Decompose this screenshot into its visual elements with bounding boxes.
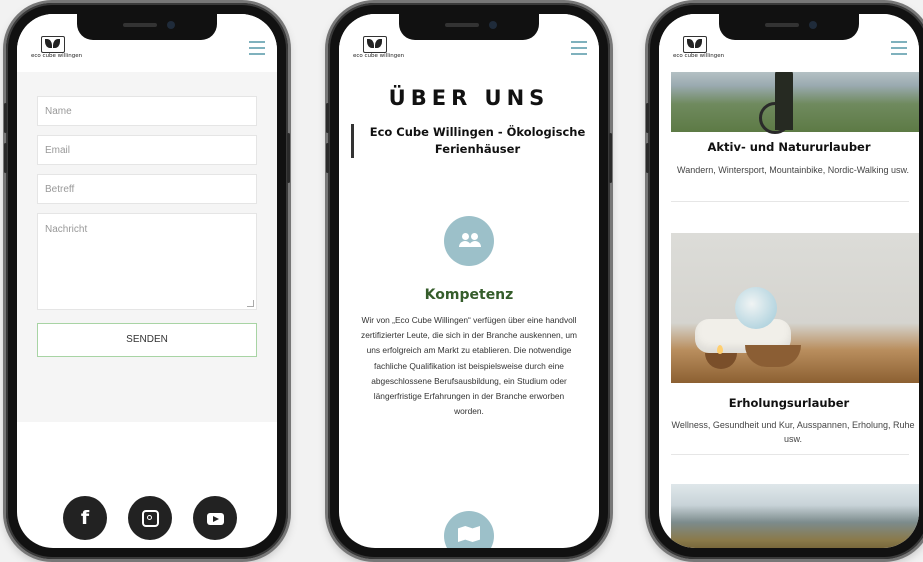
card-text: Wandern, Wintersport, Mountainbike, Nord… (677, 165, 909, 175)
subject-field[interactable]: Betreff (37, 174, 257, 204)
email-field[interactable]: Email (37, 135, 257, 165)
youtube-icon[interactable] (193, 496, 237, 540)
section-heading: Kompetenz (424, 287, 514, 303)
contact-form: Name Email Betreff Nachricht SENDEN (17, 72, 277, 422)
divider (671, 201, 909, 202)
people-icon (444, 216, 494, 266)
menu-icon[interactable] (891, 41, 907, 59)
site-logo[interactable]: eco cube willingen (353, 36, 405, 64)
divider (671, 454, 909, 455)
mountain-bike-photo (671, 70, 919, 134)
map-icon (444, 511, 494, 548)
phone-notch (719, 14, 859, 40)
send-button[interactable]: SENDEN (37, 323, 257, 357)
card-title: Erholungsurlauber (728, 396, 850, 410)
phone-screen: eco cube willingen Aktiv- und Natururlau… (659, 14, 919, 548)
message-field[interactable]: Nachricht (37, 213, 257, 310)
site-logo[interactable]: eco cube willingen (31, 36, 83, 64)
phone-notch (399, 14, 539, 40)
menu-icon[interactable] (249, 41, 265, 59)
phone-mockup-target-groups: eco cube willingen Aktiv- und Natururlau… (646, 3, 923, 559)
wellness-photo (671, 233, 919, 383)
phone-screen: eco cube willingen Name Email Betreff Na… (17, 14, 277, 548)
card-title: Aktiv- und Natururlauber (707, 140, 871, 154)
message-placeholder: Nachricht (45, 224, 88, 235)
menu-icon[interactable] (571, 41, 587, 59)
autumn-mountains-photo (671, 484, 919, 548)
site-logo[interactable]: eco cube willingen (673, 36, 725, 64)
page-subtitle: Eco Cube Willingen - Ökologische Ferienh… (351, 124, 591, 158)
page-title: ÜBER UNS (388, 86, 550, 110)
phone-screen: eco cube willingen ÜBER UNS Eco Cube Wil… (339, 14, 599, 548)
phone-notch (77, 14, 217, 40)
resize-handle-icon[interactable] (247, 300, 254, 307)
instagram-icon[interactable] (128, 496, 172, 540)
phone-mockup-about: eco cube willingen ÜBER UNS Eco Cube Wil… (326, 3, 612, 559)
name-field[interactable]: Name (37, 96, 257, 126)
card-text: Wellness, Gesundheit und Kur, Ausspannen… (671, 420, 915, 444)
section-text: Wir von „Eco Cube Willingen“ verfügen üb… (361, 315, 578, 417)
facebook-icon[interactable]: f (63, 496, 107, 540)
phone-mockup-contact: eco cube willingen Name Email Betreff Na… (4, 3, 290, 559)
